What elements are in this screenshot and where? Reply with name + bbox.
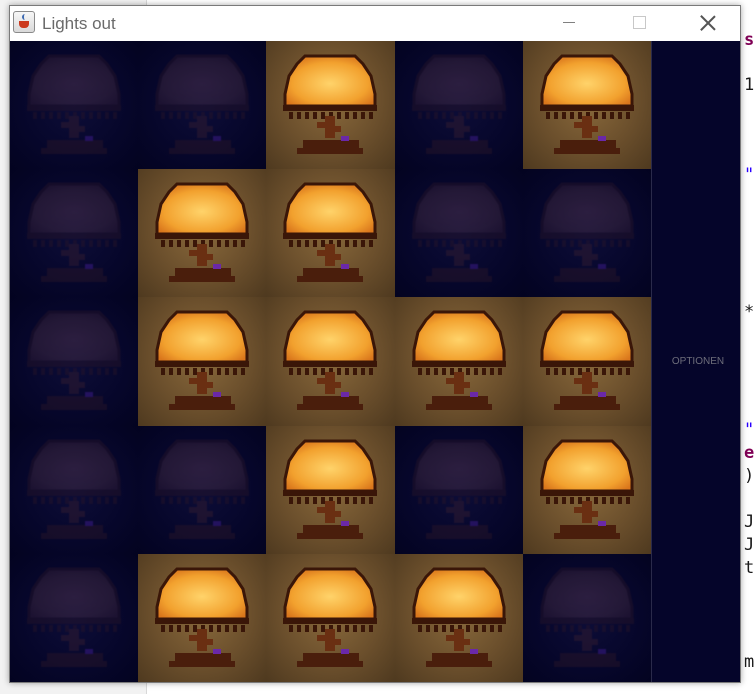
lamp-cell-r5-c2[interactable] bbox=[138, 553, 267, 682]
lamp-cell-r1-c4[interactable] bbox=[394, 41, 523, 170]
lamp-cell-r5-c3[interactable] bbox=[266, 553, 395, 682]
lamp-cell-r2-c1[interactable] bbox=[10, 169, 139, 298]
window-title: Lights out bbox=[42, 14, 116, 33]
lamp-cell-r4-c2[interactable] bbox=[138, 425, 267, 554]
lamp-cell-r2-c4[interactable] bbox=[394, 169, 523, 298]
lamp-cell-r1-c2[interactable] bbox=[138, 41, 267, 170]
editor-text: J bbox=[744, 512, 754, 532]
lamp-cell-r1-c5[interactable] bbox=[522, 41, 651, 170]
editor-text: s bbox=[744, 30, 754, 50]
title-bar[interactable]: Lights out bbox=[10, 6, 740, 41]
lamp-grid bbox=[10, 41, 651, 682]
lamp-cell-r3-c2[interactable] bbox=[138, 297, 267, 426]
editor-text: m bbox=[744, 652, 754, 672]
lamp-cell-r5-c5[interactable] bbox=[522, 553, 651, 682]
editor-text: " bbox=[744, 420, 754, 440]
side-panel: OPTIONEN bbox=[651, 41, 740, 682]
java-cup-icon[interactable] bbox=[13, 11, 35, 33]
options-button[interactable]: OPTIONEN bbox=[660, 353, 736, 369]
editor-text: * bbox=[744, 302, 754, 322]
editor-text: ) bbox=[744, 466, 754, 486]
minimize-button[interactable] bbox=[546, 6, 592, 39]
lights-out-window: Lights out OPTIONEN bbox=[9, 5, 741, 683]
lamp-cell-r1-c3[interactable] bbox=[266, 41, 395, 170]
maximize-icon bbox=[632, 16, 646, 29]
lamp-cell-r3-c4[interactable] bbox=[394, 297, 523, 426]
editor-text: 1 bbox=[744, 75, 754, 95]
lamp-cell-r3-c1[interactable] bbox=[10, 297, 139, 426]
editor-text: " bbox=[744, 165, 754, 185]
lamp-cell-r4-c1[interactable] bbox=[10, 425, 139, 554]
close-icon bbox=[700, 15, 716, 31]
lamp-cell-r2-c2[interactable] bbox=[138, 169, 267, 298]
maximize-button[interactable] bbox=[616, 6, 662, 39]
editor-text: e bbox=[744, 443, 754, 463]
lamp-cell-r4-c4[interactable] bbox=[394, 425, 523, 554]
window-content: OPTIONEN bbox=[10, 41, 740, 682]
lamp-cell-r4-c3[interactable] bbox=[266, 425, 395, 554]
lamp-cell-r2-c3[interactable] bbox=[266, 169, 395, 298]
minimize-icon bbox=[563, 22, 575, 23]
lamp-cell-r2-c5[interactable] bbox=[522, 169, 651, 298]
close-button[interactable] bbox=[685, 6, 731, 39]
lamp-cell-r5-c1[interactable] bbox=[10, 553, 139, 682]
lamp-cell-r5-c4[interactable] bbox=[394, 553, 523, 682]
lamp-cell-r3-c5[interactable] bbox=[522, 297, 651, 426]
lamp-cell-r4-c5[interactable] bbox=[522, 425, 651, 554]
lamp-cell-r3-c3[interactable] bbox=[266, 297, 395, 426]
lamp-cell-r1-c1[interactable] bbox=[10, 41, 139, 170]
editor-text: t bbox=[744, 558, 754, 578]
editor-text: J bbox=[744, 535, 754, 555]
